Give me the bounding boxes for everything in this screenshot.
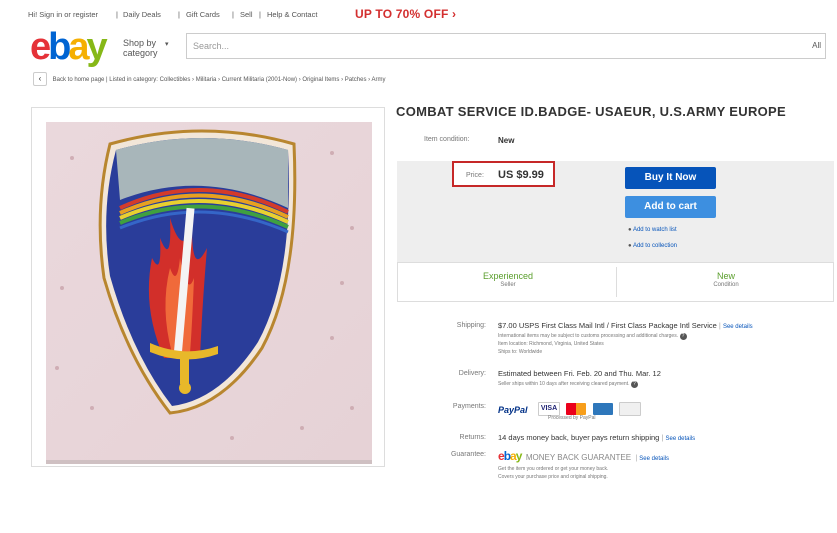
shipping-label: Shipping: (456, 322, 486, 329)
add-to-cart-button[interactable]: Add to cart (625, 196, 716, 218)
ebay-small-logo: ebay (498, 449, 522, 463)
breadcrumb: ‹ Back to home page | Listed in category… (33, 72, 385, 86)
add-to-watch-list-link[interactable]: ● Add to watch list (628, 227, 677, 233)
returns-text: 14 days money back, buyer pays return sh… (498, 433, 660, 442)
item-condition-sub: Condition (713, 282, 739, 288)
guarantee-line-1: Get the item you ordered or get your mon… (498, 466, 609, 472)
shipping-text: $7.00 USPS First Class Mail Intl / First… (498, 321, 717, 330)
shipping-value: $7.00 USPS First Class Mail Intl / First… (498, 321, 753, 330)
delivery-label: Delivery: (458, 370, 486, 377)
buy-it-now-button[interactable]: Buy It Now (625, 167, 716, 189)
collection-label: Add to collection (632, 243, 677, 249)
guarantee-text: MONEY BACK GUARANTEE (525, 453, 632, 462)
daily-deals-link[interactable]: Daily Deals (123, 10, 161, 19)
amex-icon (592, 402, 613, 415)
delivery-note: Seller ships within 10 days after receiv… (498, 381, 638, 388)
condition-label: Item condition: (424, 136, 470, 143)
ebay-logo[interactable]: ebay (30, 28, 108, 66)
discover-icon (619, 401, 642, 416)
breadcrumb-item[interactable]: Current Militaria (2001-Now) (222, 77, 297, 83)
shipping-details-link[interactable]: See details (723, 324, 753, 330)
category-select[interactable]: All (812, 41, 821, 50)
chevron-down-icon: ▾ (165, 41, 169, 48)
returns-details-link[interactable]: See details (665, 436, 695, 442)
money-back-guarantee: ebay MONEY BACK GUARANTEE | See details (498, 449, 669, 463)
seller-experience-value: Experienced (482, 271, 534, 281)
returns-value: 14 days money back, buyer pays return sh… (498, 433, 696, 442)
watch-list-label: Add to watch list (632, 227, 677, 233)
breadcrumb-item[interactable]: Collectibles (160, 77, 191, 83)
price-label: Price: (466, 172, 484, 179)
breadcrumb-item[interactable]: Militaria (196, 77, 217, 83)
processed-by-paypal: Processed by PayPal (548, 415, 596, 421)
returns-label: Returns: (459, 434, 486, 441)
promo-banner[interactable]: UP TO 70% OFF › (355, 7, 456, 21)
seller-experience-stat: Experienced Seller (458, 271, 558, 288)
ships-to: Ships to: Worldwide (498, 349, 543, 355)
product-image[interactable] (31, 107, 385, 467)
payments-label: Payments: (452, 403, 486, 410)
price-value: US $9.99 (498, 169, 544, 181)
item-condition-stat: New Condition (676, 271, 776, 288)
seller-experience-sub: Seller (500, 282, 516, 288)
add-to-collection-link[interactable]: ● Add to collection (628, 243, 677, 249)
badge-photo (46, 122, 372, 464)
listing-title: COMBAT SERVICE ID.BADGE- USAEUR, U.S.ARM… (396, 104, 786, 119)
help-icon[interactable]: ? (679, 333, 687, 340)
guarantee-details-link[interactable]: See details (639, 456, 669, 462)
plus-icon: ● (628, 243, 632, 249)
guarantee-line-2: Covers your purchase price and original … (498, 474, 608, 480)
gift-cards-link[interactable]: Gift Cards (186, 10, 220, 19)
delivery-value: Estimated between Fri. Feb. 20 and Thu. … (498, 369, 661, 378)
shipping-note: International items may be subject to cu… (498, 333, 687, 340)
seller-stats-row: Experienced Seller New Condition (397, 262, 834, 302)
guarantee-label: Guarantee: (450, 451, 486, 458)
search-input[interactable]: Search... All (186, 33, 826, 59)
back-to-home-link[interactable]: Back to home page (53, 77, 105, 83)
eye-icon: ● (628, 227, 632, 233)
item-location: Item location: Richmond, Virginia, Unite… (498, 341, 604, 347)
search-placeholder: Search... (193, 41, 230, 51)
chevron-left-icon[interactable]: ‹ (33, 72, 47, 86)
shipping-note-text: International items may be subject to cu… (498, 333, 679, 339)
listed-in-label: Listed in category: (109, 77, 158, 83)
help-contact-link[interactable]: Help & Contact (267, 10, 317, 19)
breadcrumb-item[interactable]: Army (371, 77, 385, 83)
breadcrumb-item[interactable]: Original Items (302, 77, 339, 83)
condition-value: New (498, 136, 515, 145)
visa-icon: VISA (537, 401, 560, 416)
top-bar: Hi! Sign in or register | Daily Deals | … (28, 7, 457, 21)
sign-in-link[interactable]: Hi! Sign in or register (28, 10, 98, 19)
breadcrumb-item[interactable]: Patches (345, 77, 367, 83)
shop-by-category-button[interactable]: Shop by category ▾ (123, 38, 169, 58)
sell-link[interactable]: Sell (240, 10, 253, 19)
shop-by-label: Shop by category (123, 38, 158, 58)
help-icon[interactable]: ? (630, 381, 638, 388)
item-condition-value: New (716, 271, 735, 281)
mastercard-icon (566, 402, 587, 415)
delivery-note-text: Seller ships within 10 days after receiv… (498, 381, 630, 387)
paypal-logo: PayPal (498, 405, 528, 415)
